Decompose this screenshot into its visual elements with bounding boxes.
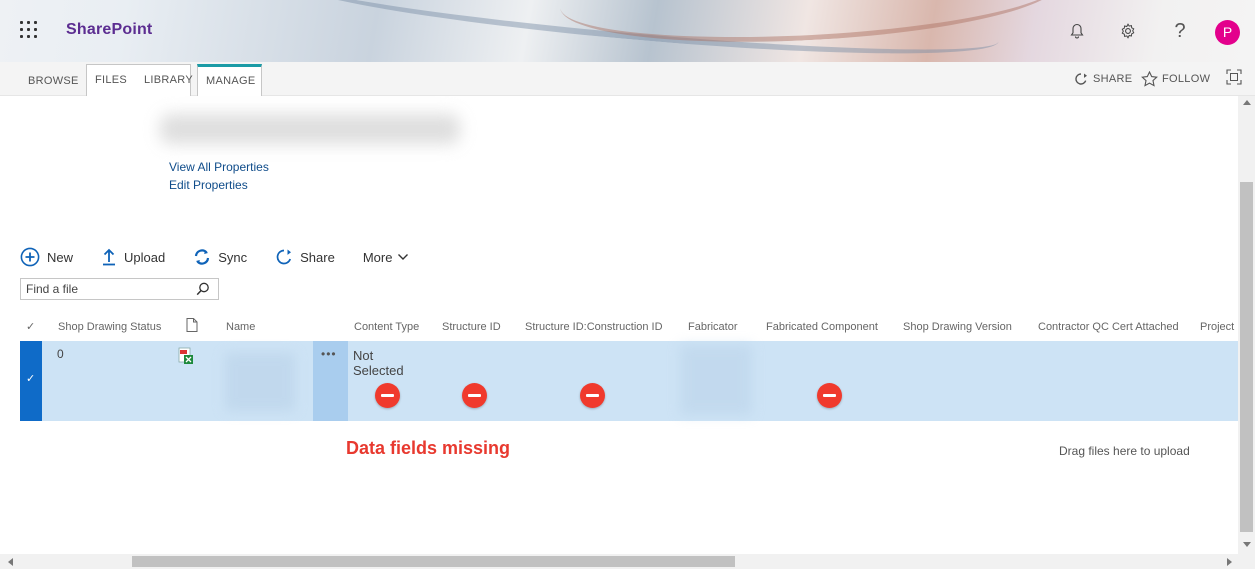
new-label: New	[47, 249, 74, 265]
row-select-checkbox[interactable]: ✓	[20, 341, 42, 421]
follow-button[interactable]: FOLLOW	[1141, 70, 1210, 88]
ribbon-tabs: BROWSE FILES LIBRARY MANAGE SHARE FOLLOW	[0, 62, 1255, 96]
annotation-text: Data fields missing	[346, 438, 511, 458]
missing-field-marker-icon	[375, 383, 400, 408]
find-file-search	[20, 278, 219, 300]
content-type-cell: Not Selected	[353, 348, 404, 378]
gear-icon[interactable]	[1118, 20, 1138, 42]
more-label: More	[362, 249, 393, 265]
new-button[interactable]: New	[20, 247, 73, 267]
blurred-file-name[interactable]	[225, 353, 295, 411]
horizontal-scrollbar[interactable]	[0, 554, 1255, 569]
suite-bar: SharePoint ? P	[0, 0, 1255, 62]
scroll-right-icon[interactable]	[1227, 558, 1232, 566]
scroll-up-icon[interactable]	[1243, 100, 1251, 105]
more-options-icon: •••	[321, 347, 337, 361]
excel-file-icon	[178, 347, 194, 368]
upload-label: Upload	[124, 249, 166, 265]
upload-button[interactable]: Upload	[101, 248, 165, 266]
main-content: View All Properties Edit Properties New …	[0, 96, 1240, 554]
upload-icon	[103, 248, 116, 266]
column-header[interactable]: Project	[1200, 321, 1234, 333]
chevron-down-icon	[398, 254, 409, 260]
column-header[interactable]: Fabricator	[688, 321, 738, 333]
edit-properties-link[interactable]: Edit Properties	[169, 178, 248, 192]
missing-field-marker-icon	[580, 383, 605, 408]
missing-field-marker-icon	[462, 383, 487, 408]
share-icon	[1075, 73, 1087, 85]
table-row[interactable]: ✓ 0 ••• Not Selected	[20, 341, 1240, 421]
select-all-checkmark-icon[interactable]: ✓	[26, 320, 35, 333]
horizontal-scroll-thumb[interactable]	[132, 556, 735, 567]
drop-zone-hint: Drag files here to upload	[1059, 444, 1190, 458]
share-icon	[276, 249, 292, 265]
search-input[interactable]	[21, 279, 191, 299]
star-icon	[1141, 71, 1158, 87]
column-header[interactable]: Shop Drawing Version	[903, 321, 1012, 333]
scroll-down-icon[interactable]	[1243, 542, 1251, 547]
missing-field-marker-icon	[817, 383, 842, 408]
share-command-label: Share	[300, 249, 335, 265]
column-header[interactable]: Name	[226, 321, 255, 333]
avatar[interactable]: P	[1215, 20, 1240, 45]
share-label: SHARE	[1093, 73, 1133, 85]
bell-icon[interactable]	[1067, 20, 1087, 42]
table-header: ✓ Shop Drawing Status Name Content Type …	[20, 318, 1240, 338]
sync-button[interactable]: Sync	[193, 248, 247, 266]
share-command-button[interactable]: Share	[275, 248, 335, 266]
vertical-scrollbar[interactable]	[1238, 96, 1255, 554]
tab-manage[interactable]: MANAGE	[197, 64, 262, 96]
column-header[interactable]: Shop Drawing Status	[58, 321, 161, 333]
shop-drawing-status-cell: 0	[57, 347, 64, 361]
app-title[interactable]: SharePoint	[66, 21, 152, 39]
command-bar: New Upload Sync Share More	[20, 244, 437, 270]
plus-circle-icon	[20, 247, 40, 267]
column-header[interactable]: Contractor QC Cert Attached	[1038, 321, 1179, 333]
vertical-scroll-thumb[interactable]	[1240, 182, 1253, 532]
app-launcher-icon[interactable]	[18, 19, 40, 41]
column-header[interactable]: Fabricated Component	[766, 321, 878, 333]
tab-browse[interactable]: BROWSE	[20, 65, 87, 95]
focus-mode-icon[interactable]	[1226, 68, 1242, 86]
column-header[interactable]: Structure ID	[442, 321, 501, 333]
checkmark-icon: ✓	[26, 373, 36, 385]
search-icon[interactable]	[196, 282, 210, 296]
sync-icon	[195, 249, 210, 265]
share-button[interactable]: SHARE	[1073, 70, 1132, 88]
tab-library[interactable]: LIBRARY	[144, 64, 193, 96]
blurred-fabricator	[680, 345, 752, 415]
scroll-left-icon[interactable]	[8, 558, 13, 566]
file-type-icon[interactable]	[186, 318, 198, 335]
view-all-properties-link[interactable]: View All Properties	[169, 160, 269, 174]
more-button[interactable]: More	[363, 250, 410, 265]
help-icon[interactable]: ?	[1170, 20, 1190, 42]
content-type-line: Selected	[353, 363, 404, 378]
follow-label: FOLLOW	[1162, 73, 1211, 85]
item-ellipsis-menu[interactable]: •••	[313, 341, 348, 421]
sync-label: Sync	[218, 249, 248, 265]
tab-group-library-tools: FILES LIBRARY	[86, 64, 193, 96]
tab-files[interactable]: FILES	[95, 64, 127, 96]
content-type-line: Not	[353, 348, 374, 363]
blurred-page-title	[160, 114, 460, 144]
column-header[interactable]: Content Type	[354, 321, 419, 333]
column-header[interactable]: Structure ID:Construction ID	[525, 321, 663, 333]
